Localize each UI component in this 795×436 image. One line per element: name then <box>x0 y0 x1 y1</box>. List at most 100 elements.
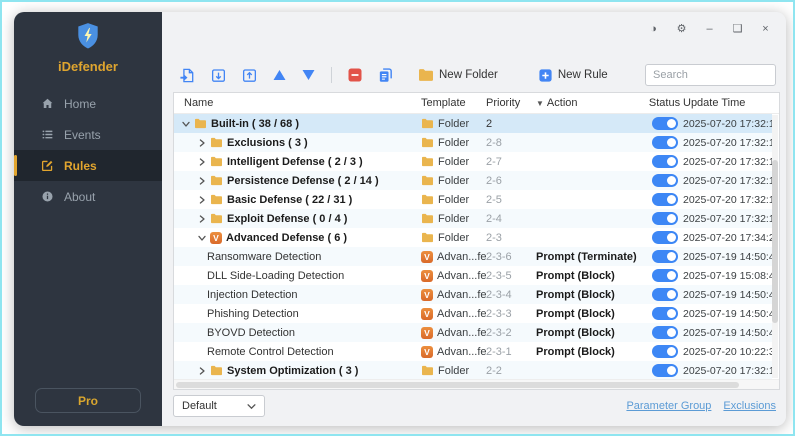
settings-button[interactable]: ⚙ <box>675 22 688 35</box>
priority-value: 2-5 <box>486 194 536 206</box>
column-header-template[interactable]: Template <box>421 97 486 109</box>
status-toggle[interactable] <box>652 250 678 263</box>
folder-icon <box>421 175 434 186</box>
rule-row[interactable]: Injection DetectionVAdvan...fense2-3-4Pr… <box>174 285 772 304</box>
rule-row[interactable]: VAdvanced Defense ( 6 )Folder2-32025-07-… <box>174 228 772 247</box>
action-value: Prompt (Block) <box>536 289 646 301</box>
status-toggle[interactable] <box>652 307 678 320</box>
folder-icon <box>210 365 223 376</box>
status-toggle[interactable] <box>652 136 678 149</box>
sidebar-item-home[interactable]: Home <box>14 88 162 119</box>
folder-icon <box>421 213 434 224</box>
status-toggle[interactable] <box>652 174 678 187</box>
priority-value: 2-3-4 <box>486 289 536 301</box>
expander-chevron-right-icon[interactable] <box>197 366 206 375</box>
import-file-button[interactable] <box>179 67 196 84</box>
status-toggle[interactable] <box>652 288 678 301</box>
status-toggle[interactable] <box>652 326 678 339</box>
rule-row[interactable]: DLL Side-Loading DetectionVAdvan...fense… <box>174 266 772 285</box>
expander-chevron-right-icon[interactable] <box>197 176 206 185</box>
footer-links: Parameter Group Exclusions <box>626 400 776 412</box>
minimize-button[interactable]: – <box>703 23 716 35</box>
expander-chevron-right-icon[interactable] <box>197 214 206 223</box>
update-time: 2025-07-19 14:50:41 <box>683 251 772 263</box>
rule-row[interactable]: Phishing DetectionVAdvan...fense2-3-3Pro… <box>174 304 772 323</box>
status-toggle[interactable] <box>652 155 678 168</box>
status-toggle[interactable] <box>652 193 678 206</box>
expander-chevron-right-icon[interactable] <box>197 138 206 147</box>
expander-chevron-down-icon[interactable] <box>181 119 190 128</box>
horizontal-scrollbar-thumb[interactable] <box>176 382 739 388</box>
v-badge-icon: V <box>421 346 433 358</box>
import-rules-button[interactable] <box>210 67 227 84</box>
status-toggle[interactable] <box>652 345 678 358</box>
rule-row[interactable]: Intelligent Defense ( 2 / 3 )Folder2-720… <box>174 152 772 171</box>
delete-button[interactable] <box>347 67 363 83</box>
vertical-scrollbar[interactable] <box>772 115 778 378</box>
status-toggle[interactable] <box>652 231 678 244</box>
toolbar-separator <box>331 67 332 83</box>
move-up-button[interactable] <box>272 69 287 81</box>
sidebar-item-events[interactable]: Events <box>14 119 162 150</box>
triangle-up-icon <box>272 69 287 81</box>
new-rule-button[interactable]: New Rule <box>538 68 608 83</box>
rule-name: Advanced Defense ( 6 ) <box>226 232 347 244</box>
status-toggle[interactable] <box>652 269 678 282</box>
theme-toggle-button[interactable]: ◑ <box>647 23 660 35</box>
new-folder-button[interactable]: New Folder <box>418 68 498 82</box>
maximize-button[interactable]: ❑ <box>731 22 744 35</box>
status-toggle[interactable] <box>652 212 678 225</box>
column-header-update-time[interactable]: Update Time <box>683 97 772 109</box>
shield-logo-icon <box>75 22 101 50</box>
template-name: Folder <box>438 194 469 206</box>
rule-row[interactable]: Persistence Defense ( 2 / 14 )Folder2-62… <box>174 171 772 190</box>
template-name: Folder <box>438 213 469 225</box>
rule-row[interactable]: Exclusions ( 3 )Folder2-82025-07-20 17:3… <box>174 133 772 152</box>
horizontal-scrollbar[interactable] <box>174 379 779 389</box>
template-name: Advan...fense <box>437 346 486 358</box>
pro-button[interactable]: Pro <box>35 388 141 413</box>
search-input[interactable] <box>645 64 776 86</box>
rule-row[interactable]: Built-in ( 38 / 68 )Folder22025-07-20 17… <box>174 114 772 133</box>
status-toggle[interactable] <box>652 364 678 377</box>
template-name: Folder <box>438 232 469 244</box>
template-name: Advan...fense <box>437 327 486 339</box>
column-header-status[interactable]: Status <box>646 97 683 109</box>
sidebar-item-label: About <box>64 190 95 204</box>
v-badge-icon: V <box>421 270 433 282</box>
rule-row[interactable]: Exploit Defense ( 0 / 4 )Folder2-42025-0… <box>174 209 772 228</box>
rule-row[interactable]: Remote Control DetectionVAdvan...fense2-… <box>174 342 772 361</box>
expander-chevron-right-icon[interactable] <box>197 157 206 166</box>
rule-row[interactable]: Basic Defense ( 22 / 31 )Folder2-52025-0… <box>174 190 772 209</box>
status-toggle[interactable] <box>652 117 678 130</box>
import-file-icon <box>179 67 196 84</box>
column-header-priority[interactable]: Priority <box>486 97 536 109</box>
update-time: 2025-07-19 14:50:41 <box>683 308 772 320</box>
sidebar-item-rules[interactable]: Rules <box>14 150 162 181</box>
rule-row[interactable]: System Optimization ( 3 )Folder2-22025-0… <box>174 361 772 379</box>
vertical-scrollbar-thumb[interactable] <box>772 160 778 323</box>
v-badge-icon: V <box>421 327 433 339</box>
app-logo <box>75 22 101 55</box>
export-rules-button[interactable] <box>241 67 258 84</box>
update-time: 2025-07-20 10:22:32 <box>683 346 772 358</box>
copy-icon <box>377 67 394 84</box>
folder-icon <box>210 194 223 205</box>
preset-select[interactable]: Default <box>173 395 265 417</box>
exclusions-link[interactable]: Exclusions <box>723 400 776 412</box>
template-name: Folder <box>438 175 469 187</box>
priority-value: 2-7 <box>486 156 536 168</box>
new-folder-label: New Folder <box>439 69 498 81</box>
close-button[interactable]: × <box>759 23 772 35</box>
move-down-button[interactable] <box>301 69 316 81</box>
parameter-group-link[interactable]: Parameter Group <box>626 400 711 412</box>
column-header-name[interactable]: Name <box>174 97 421 109</box>
sidebar-item-about[interactable]: About <box>14 181 162 212</box>
rule-row[interactable]: Ransomware DetectionVAdvan...fense2-3-6P… <box>174 247 772 266</box>
expander-chevron-down-icon[interactable] <box>197 233 206 242</box>
template-name: Folder <box>438 118 469 130</box>
expander-chevron-right-icon[interactable] <box>197 195 206 204</box>
copy-button[interactable] <box>377 67 394 84</box>
rule-row[interactable]: BYOVD DetectionVAdvan...fense2-3-2Prompt… <box>174 323 772 342</box>
column-header-action[interactable]: ▼Action <box>536 97 646 109</box>
